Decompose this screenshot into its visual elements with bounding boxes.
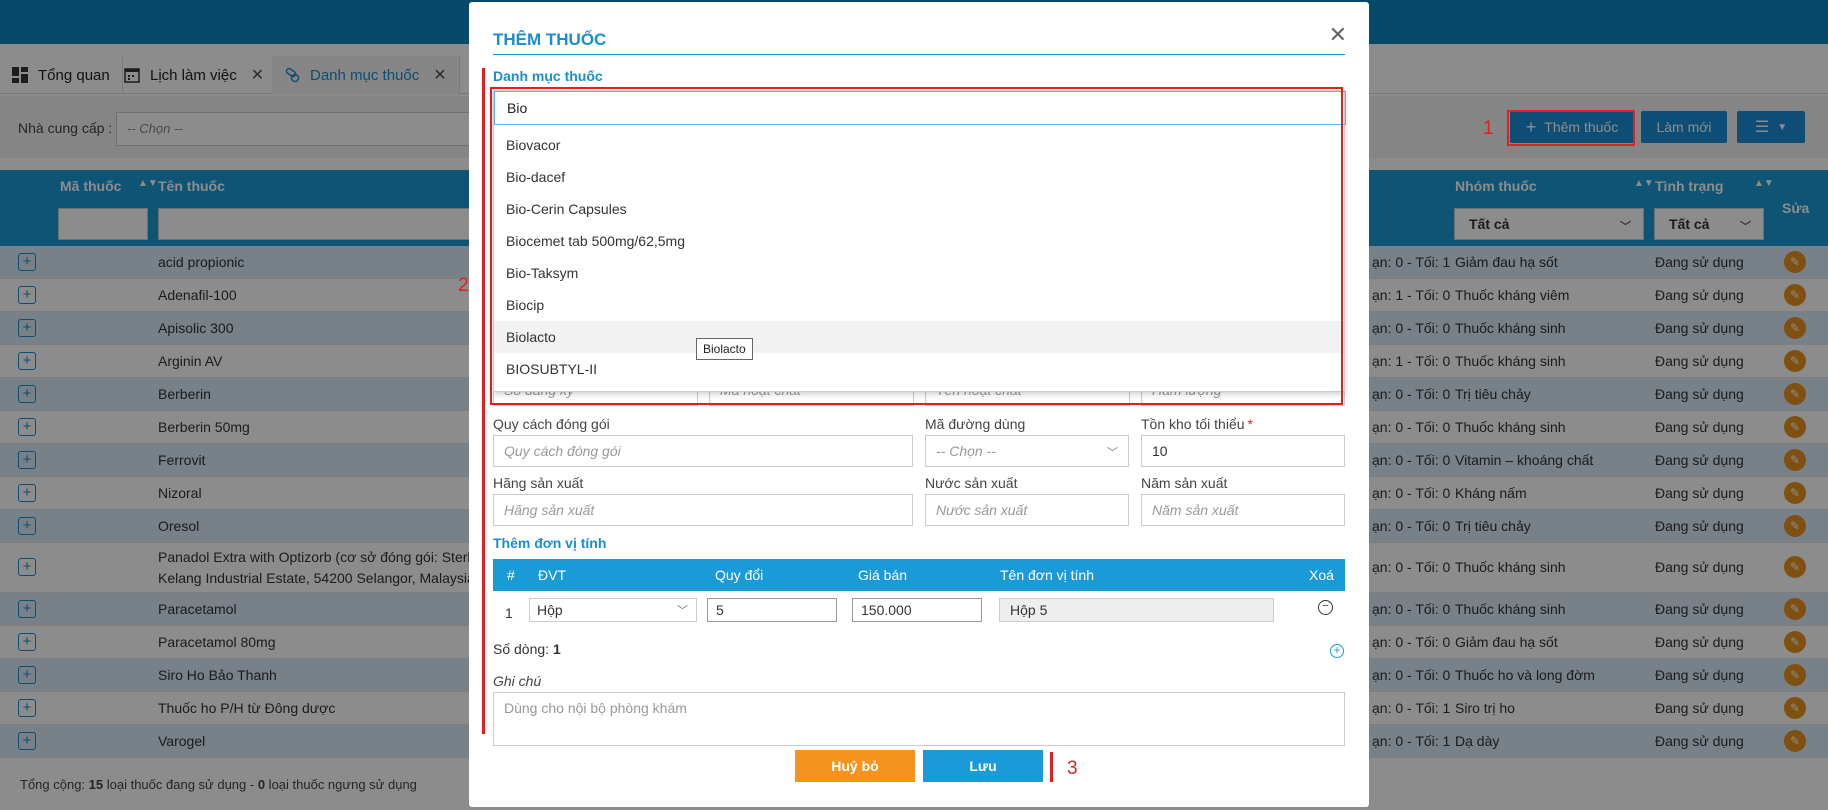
- price-input[interactable]: 150.000: [852, 598, 982, 622]
- manufacturer-input[interactable]: Hãng sản xuất: [493, 494, 913, 526]
- unit-name-input: Hộp 5: [999, 598, 1274, 622]
- unit-select[interactable]: Hộp ﹀: [529, 598, 697, 622]
- note-textarea[interactable]: Dùng cho nội bộ phòng khám: [493, 692, 1345, 746]
- title-divider: [493, 54, 1345, 55]
- manufacturer-placeholder: Hãng sản xuất: [504, 502, 595, 518]
- chevron-down-icon: ﹀: [677, 605, 688, 617]
- modal-title: THÊM THUỐC: [493, 30, 607, 49]
- col-delete-header: Xoá: [1309, 567, 1334, 583]
- unit-row-index: 1: [505, 605, 513, 621]
- year-label: Năm sản xuất: [1141, 475, 1228, 491]
- col-price-header: Giá bán: [858, 567, 908, 583]
- unit-section-label: Thêm đơn vị tính: [493, 535, 607, 551]
- route-code-placeholder: -- Chọn --: [936, 443, 996, 459]
- packaging-input[interactable]: Quy cách đóng gói: [493, 435, 913, 467]
- catalog-section-label: Danh mục thuốc: [493, 68, 603, 84]
- annotation-box-add-button: [1507, 110, 1635, 146]
- country-placeholder: Nước sản xuất: [936, 502, 1028, 518]
- unit-table-header: # ĐVT Quy đổi Giá bán Tên đơn vị tính Xo…: [493, 559, 1345, 591]
- col-convert-header: Quy đổi: [715, 567, 764, 583]
- annotation-line: [482, 68, 485, 734]
- row-count-value: 1: [552, 641, 561, 657]
- min-stock-label-text: Tồn kho tối thiểu: [1141, 416, 1245, 432]
- country-input[interactable]: Nước sản xuất: [925, 494, 1129, 526]
- packaging-label: Quy cách đóng gói: [493, 416, 610, 432]
- packaging-placeholder: Quy cách đóng gói: [504, 443, 621, 459]
- min-stock-label: Tồn kho tối thiểu *: [1141, 416, 1253, 432]
- annotation-number: 2: [458, 275, 469, 296]
- annotation-line: [1050, 752, 1053, 782]
- save-button[interactable]: Lưu: [923, 750, 1043, 782]
- col-index-header: #: [507, 567, 515, 583]
- required-asterisk: *: [1247, 416, 1253, 432]
- chevron-down-icon: ﹀: [1107, 447, 1118, 459]
- year-input[interactable]: Năm sản xuất: [1141, 494, 1345, 526]
- manufacturer-label: Hãng sản xuất: [493, 475, 584, 491]
- min-stock-input[interactable]: 10: [1141, 435, 1345, 467]
- note-label: Ghi chú: [493, 673, 542, 689]
- year-placeholder: Năm sản xuất: [1152, 502, 1239, 518]
- row-count-label: Số dòng:: [493, 641, 550, 657]
- annotation-number: 1: [1483, 118, 1494, 139]
- annotation-box-dropdown: [490, 87, 1343, 405]
- route-code-select[interactable]: -- Chọn -- ﹀: [925, 435, 1129, 467]
- unit-select-value: Hộp: [537, 602, 563, 618]
- col-unit-name-header: Tên đơn vị tính: [1000, 567, 1095, 583]
- close-icon[interactable]: ✕: [1329, 22, 1347, 48]
- row-count: Số dòng: 1: [493, 641, 561, 657]
- table-row: 1 Hộp ﹀ 5 150.000 Hộp 5 −: [493, 594, 1345, 630]
- col-unit-header: ĐVT: [538, 567, 566, 583]
- add-row-icon[interactable]: +: [1330, 644, 1344, 658]
- note-placeholder: Dùng cho nội bộ phòng khám: [504, 700, 687, 716]
- cancel-button[interactable]: Huỷ bỏ: [795, 750, 915, 782]
- remove-row-icon[interactable]: −: [1318, 600, 1333, 615]
- route-code-label: Mã đường dùng: [925, 416, 1026, 432]
- convert-input[interactable]: 5: [707, 598, 837, 622]
- country-label: Nước sản xuất: [925, 475, 1018, 491]
- annotation-number: 3: [1067, 758, 1078, 779]
